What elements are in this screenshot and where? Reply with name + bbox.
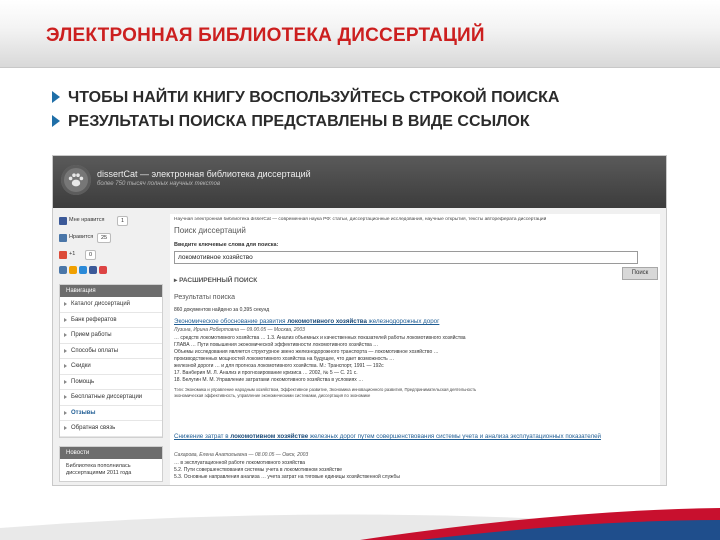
share-vk-icon[interactable] [59,266,67,274]
search-input[interactable]: локомотивное хозяйство [174,251,638,264]
bullet-list: ЧТОБЫ НАЙТИ КНИГУ ВОСПОЛЬЗУЙТЕСЬ СТРОКОЙ… [52,88,559,136]
nav-item-discounts[interactable]: Скидки [60,359,162,375]
search-button[interactable]: Поиск [622,267,658,280]
social-label: +1 [69,251,76,257]
triangle-bullet-icon [52,115,60,127]
site-header: dissertCat — электронная библиотека дисс… [53,156,666,208]
chevron-right-icon [64,426,67,430]
website-screenshot: dissertCat — электронная библиотека дисс… [53,156,666,485]
share-twitter-icon[interactable] [79,266,87,274]
result-link[interactable]: Экономическое обоснование развития локом… [174,318,654,325]
result-snippet: … средств локомотивного хозяйства … 1.3.… [174,335,466,383]
vk-icon [59,234,67,242]
social-plusone-widget[interactable]: +1 0 [59,248,163,262]
social-label: Нравится [69,234,94,240]
chevron-right-icon [64,302,67,306]
bullet-text: ЧТОБЫ НАЙТИ КНИГУ ВОСПОЛЬЗУЙТЕСЬ СТРОКОЙ… [68,89,560,106]
share-facebook-icon[interactable] [89,266,97,274]
bullet-text: РЕЗУЛЬТАТЫ ПОИСКА ПРЕДСТАВЛЕНЫ В ВИДЕ СС… [68,113,530,130]
sidebar: Мне нравится 1 Нравится 25 +1 0 Навигаци… [59,214,163,485]
triangle-bullet-icon [52,91,60,103]
nav-item-free[interactable]: Бесплатные диссертации [60,390,162,406]
nav-item-reviews[interactable]: Отзывы [60,406,162,421]
social-count: 25 [97,233,112,243]
nav-item-feedback[interactable]: Обратная связь [60,421,162,437]
advanced-search-link[interactable]: ▸ РАСШИРЕННЫЙ ПОИСК [174,276,257,284]
decorative-wave [0,508,720,540]
chevron-right-icon [64,379,67,384]
chevron-right-icon [64,317,67,322]
search-label: Введите ключевые слова для поиска: [174,242,279,248]
result-snippet: … в эксплуатационной работе локомотивног… [174,460,401,480]
result-tags: Тэги: Экономика и управление народным хо… [174,387,477,398]
social-count: 1 [117,216,129,226]
navigation-heading: Навигация [60,285,162,297]
news-panel: Новости Библиотека пополнилась диссертац… [59,445,163,482]
news-heading: Новости [60,446,162,459]
paw-icon [68,173,84,187]
social-like-widget[interactable]: Мне нравится 1 [59,214,163,228]
breadcrumb: Научная электронная библиотека disserCat… [174,217,547,222]
google-plus-icon [59,251,67,259]
news-text[interactable]: Библиотека пополнилась диссертациями 201… [60,459,162,481]
result-author: Сахарова, Елена Анатольевна — 08.00.05 —… [174,452,309,458]
share-ok-icon[interactable] [69,266,77,274]
nav-item-payment[interactable]: Способы оплаты [60,344,162,359]
search-heading: Поиск диссертаций [174,226,246,235]
chevron-right-icon [64,333,67,337]
result-link[interactable]: Снижение затрат в локомотивном хозяйстве… [174,433,654,441]
chevron-right-icon [64,364,67,368]
chevron-right-icon [64,395,67,399]
chevron-right-icon [64,410,67,415]
slide-title: ЭЛЕКТРОННАЯ БИБЛИОТЕКА ДИССЕРТАЦИЙ [46,25,485,46]
facebook-icon [59,217,67,225]
navigation-panel: Навигация Каталог диссертаций Банк рефер… [59,284,163,438]
nav-item-abstracts[interactable]: Банк рефератов [60,313,162,328]
share-buttons [59,265,163,276]
site-logo[interactable] [61,165,91,195]
site-name[interactable]: dissertCat — электронная библиотека дисс… [97,169,311,179]
nav-item-catalog[interactable]: Каталог диссертаций [60,297,162,313]
social-count: 0 [85,250,97,260]
nav-item-submit[interactable]: Прием работы [60,328,162,344]
site-subtitle: более 750 тысяч полных научных текстов [97,181,221,187]
result-author: Лузина, Ирина Робертовна — 09.00.05 — Мо… [174,327,305,333]
nav-item-help[interactable]: Помощь [60,375,162,390]
social-vk-widget[interactable]: Нравится 25 [59,231,163,245]
chevron-right-icon [64,348,67,353]
share-mail-icon[interactable] [99,266,107,274]
bullet-item: ЧТОБЫ НАЙТИ КНИГУ ВОСПОЛЬЗУЙТЕСЬ СТРОКОЙ… [52,88,559,112]
main-content: Научная электронная библиотека disserCat… [170,214,660,485]
bullet-item: РЕЗУЛЬТАТЫ ПОИСКА ПРЕДСТАВЛЕНЫ В ВИДЕ СС… [52,112,559,136]
social-label: Мне нравится [69,217,105,223]
results-count: 860 документов найдено за 0,395 секунд [174,307,270,313]
results-heading: Результаты поиска [174,294,236,301]
